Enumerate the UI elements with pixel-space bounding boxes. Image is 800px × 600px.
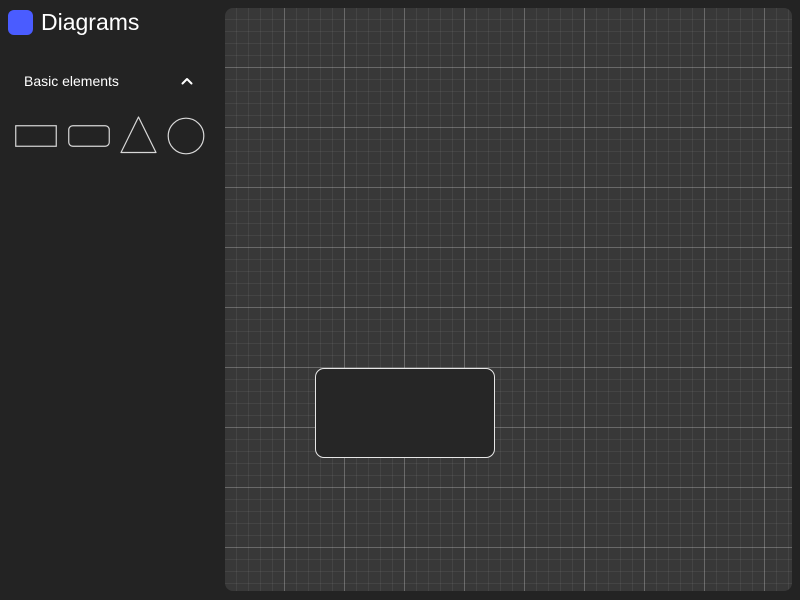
shape-palette — [14, 116, 210, 156]
palette-triangle[interactable] — [120, 116, 157, 154]
chevron-up-icon — [181, 78, 193, 85]
triangle-icon — [120, 116, 157, 154]
palette-rectangle[interactable] — [15, 125, 57, 147]
rounded-rectangle-icon — [68, 125, 110, 147]
diagram-canvas[interactable] — [225, 8, 792, 591]
palette-rounded-rectangle[interactable] — [68, 125, 110, 147]
section-title: Basic elements — [24, 73, 119, 89]
canvas-node-rounded-rectangle[interactable] — [315, 368, 495, 458]
app-logo — [8, 9, 33, 35]
palette-circle[interactable] — [167, 117, 205, 155]
app-title: Diagrams — [41, 9, 140, 35]
app-header: Diagrams — [8, 9, 139, 35]
basic-elements-toggle[interactable]: Basic elements — [24, 70, 194, 92]
rectangle-icon — [15, 125, 57, 147]
diagram-app: Diagrams Basic elements — [0, 0, 800, 600]
circle-icon — [167, 117, 205, 155]
